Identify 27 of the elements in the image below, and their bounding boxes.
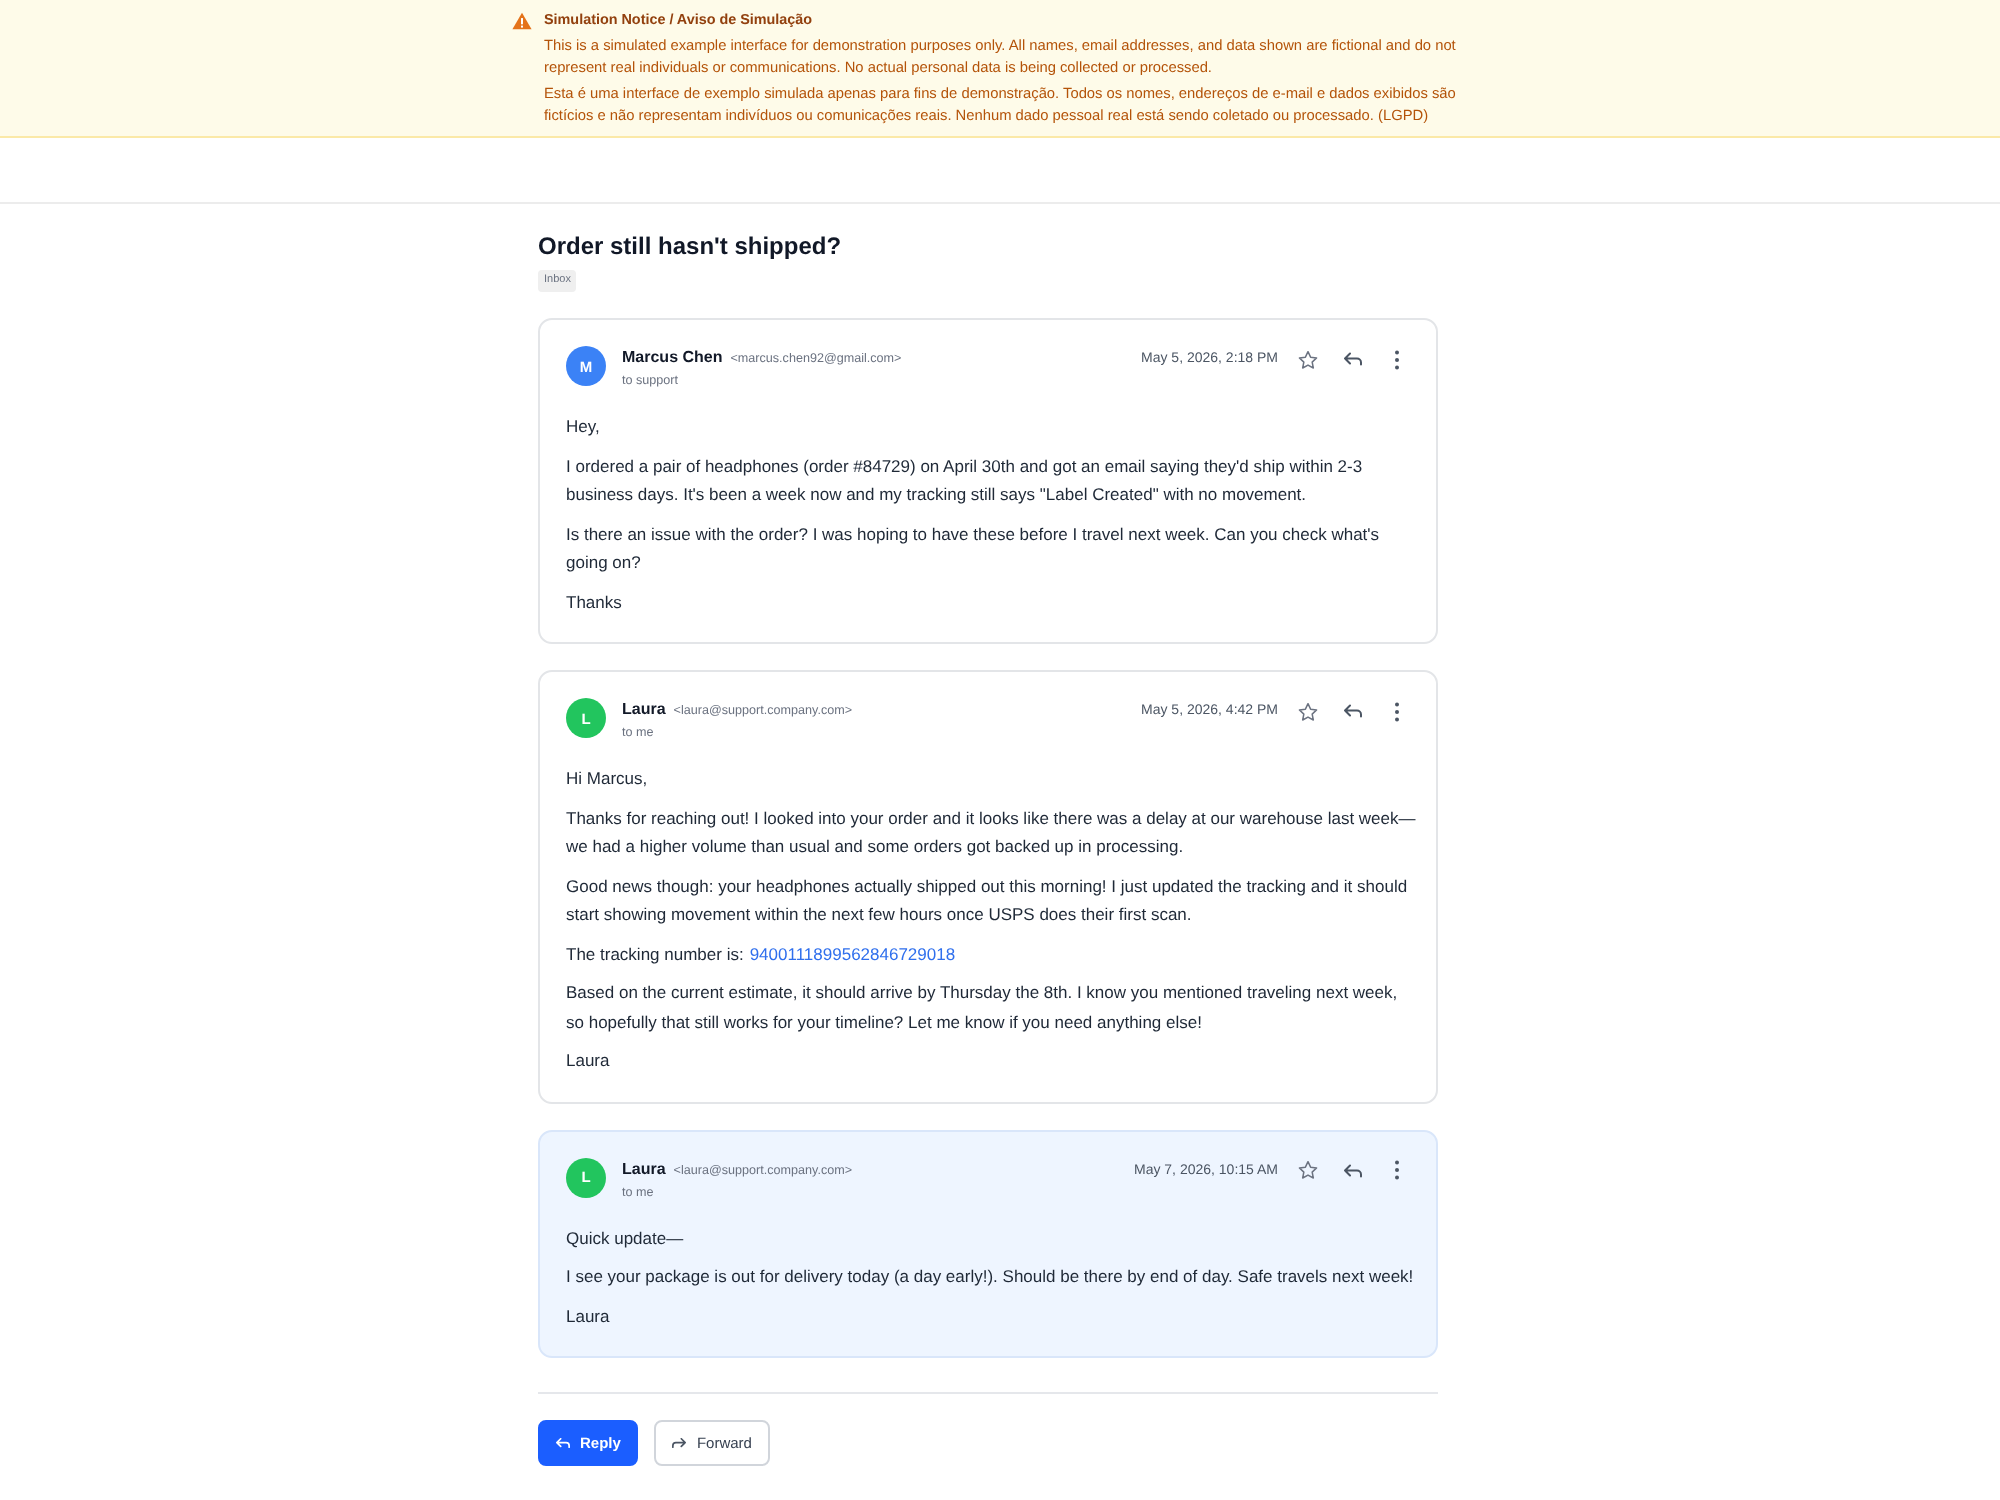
- message-paragraph: Laura: [566, 1048, 612, 1074]
- reply-icon: [1343, 1163, 1361, 1177]
- message-paragraph: Based on the current estimate, it should arrive by Thursday the 8th. I know you mentioned traveling next week, so hopefully that still works for your timeline? Let me know if you need anything else!: [566, 980, 1400, 1036]
- message-paragraph: Quick update—: [566, 1225, 686, 1252]
- sender-name: Laura: [622, 1157, 666, 1179]
- message-paragraph: I ordered a pair of headphones (order #84729) on April 30th and got an email saying they'd ship within 2-3 business days. It's been a week now and my tracking still says "Label Created" with no movement.: [566, 453, 1365, 508]
- message-paragraph: Is there an issue with the order? I was hoping to have these before I travel next week. Can you check what's going on?: [566, 521, 1382, 576]
- message-paragraph: Hey,: [566, 414, 602, 440]
- sender-name: Marcus Chen: [622, 346, 723, 368]
- more-icon: [1393, 349, 1399, 369]
- thread-subject: Order still hasn't shipped?: [538, 230, 844, 262]
- message-paragraph: Good news though: your headphones actually shipped out this morning! I just updated the tracking and it should start showing movement within the next few hours once USPS does their first scan.: [566, 873, 1410, 928]
- sender-name: Laura: [622, 698, 666, 720]
- message-paragraph: The tracking number is: 9400111899562846729018: [566, 941, 958, 968]
- reply-icon: [1343, 704, 1361, 718]
- warning-icon: [512, 12, 532, 30]
- message-paragraph: Thanks for reaching out! I looked into your order and it looks like there was a delay at our warehouse last week—we had a higher volume than usual and some orders got backed up in processing.: [566, 805, 1416, 860]
- tracking-link[interactable]: 9400111899562846729018: [749, 943, 956, 963]
- message-paragraph: I see your package is out for delivery today (a day early!). Should be there by end of day. Safe travels next week!: [566, 1264, 1416, 1290]
- message-paragraph: Thanks: [566, 589, 624, 615]
- reply-arrow-icon: [556, 1438, 570, 1448]
- more-icon: [1393, 1160, 1399, 1180]
- forward-arrow-icon: [672, 1438, 687, 1448]
- more-icon: [1393, 701, 1399, 721]
- reply-icon: [1343, 352, 1361, 366]
- message-paragraph: Hi Marcus,: [566, 766, 650, 792]
- message-paragraph: Laura: [566, 1303, 612, 1329]
